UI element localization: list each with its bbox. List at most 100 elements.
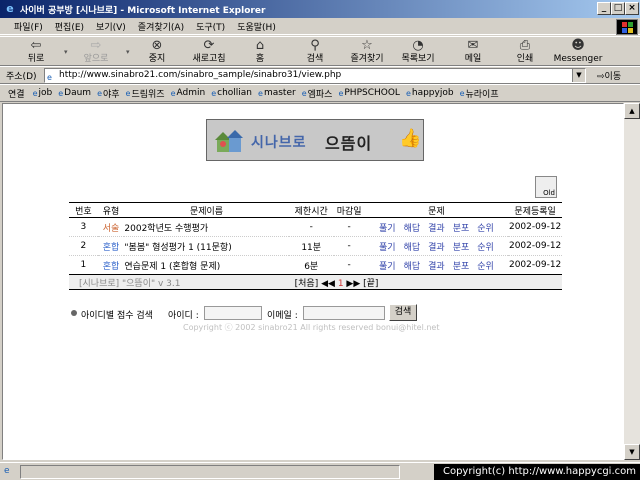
scroll-down-icon[interactable]: ▼ [624, 444, 640, 460]
address-input[interactable]: e http://www.sinabro21.com/sinabro_sampl… [44, 68, 586, 83]
result-link[interactable]: 결과 [428, 243, 445, 253]
logo-name: 시나브로 [251, 135, 307, 151]
link-job[interactable]: e job [33, 88, 53, 98]
link-page-icon: e [258, 88, 263, 98]
answer-link[interactable]: 해답 [404, 243, 421, 253]
type-badge: 혼합 [97, 255, 125, 275]
close-button[interactable]: × [625, 2, 639, 15]
answer-link[interactable]: 해답 [404, 224, 421, 234]
email-input[interactable] [303, 306, 385, 320]
link-chollian[interactable]: e chollian [211, 88, 252, 98]
problem-title[interactable]: "봄봄" 형성평가 1 (11문항) [124, 236, 289, 256]
favorites-button[interactable]: ☆ 즐겨찾기 [346, 38, 388, 66]
scroll-up-icon[interactable]: ▲ [624, 103, 640, 119]
link-daum[interactable]: e Daum [58, 88, 91, 98]
link-yahoo[interactable]: e 야후 [97, 87, 119, 100]
forward-button[interactable]: ⇨ 앞으로 [74, 38, 118, 66]
old-list-button[interactable]: Old [535, 176, 557, 198]
menu-help[interactable]: 도움말(H) [237, 20, 276, 33]
go-button[interactable]: ⇨이동 [597, 69, 621, 82]
link-phpschool[interactable]: e PHPSCHOOL [338, 88, 400, 98]
link-empas[interactable]: e 엠파스 [302, 87, 333, 100]
distribution-link[interactable]: 분포 [453, 243, 470, 253]
address-url: http://www.sinabro21.com/sinabro_sample/… [59, 70, 342, 80]
link-happyjob[interactable]: e happyjob [406, 88, 454, 98]
messenger-icon: ☻ [571, 38, 585, 53]
id-input[interactable] [204, 306, 262, 320]
mail-icon: ✉ [467, 38, 479, 53]
site-copyright-overlay: Copyright(c) http://www.happycgi.com [434, 464, 640, 480]
rank-link[interactable]: 순위 [477, 224, 494, 234]
pager-last[interactable]: [끝] [363, 279, 378, 289]
messenger-button[interactable]: ☻ Messenger [550, 38, 606, 66]
problem-title[interactable]: 2002학년도 수행평가 [124, 217, 289, 237]
address-bar: 주소(D) e http://www.sinabro21.com/sinabro… [0, 66, 640, 84]
table-row: 3 서술 2002학년도 수행평가 - - 풀기 해답 결과 분포 순위 2002-09… [69, 217, 562, 237]
logo-subtitle: 으뜸이 [325, 134, 373, 153]
link-master[interactable]: e master [258, 88, 296, 98]
table-footer: [시나브로] "으뜸이" v 3.1 [처음] ◀◀ 1 ▶▶ [끝] [69, 274, 562, 290]
forward-arrow-icon: ⇨ [90, 38, 102, 53]
address-dropdown-icon[interactable]: ▼ [572, 69, 585, 82]
link-page-icon: e [211, 88, 217, 98]
history-button[interactable]: ◔ 목록보기 [396, 38, 440, 66]
pager-next[interactable]: ▶▶ [346, 279, 360, 289]
back-button[interactable]: ⇦ 뒤로 [16, 38, 56, 66]
pager-prev[interactable]: ◀◀ [321, 279, 335, 289]
col-time-limit: 제한시간 [288, 202, 334, 218]
search-button[interactable]: ⚲ 검색 [296, 38, 334, 66]
forward-dropdown-icon[interactable]: ▾ [126, 48, 130, 56]
type-badge: 혼합 [97, 236, 125, 256]
search-submit-button[interactable]: 검색 [389, 304, 417, 321]
stop-button[interactable]: ⊗ 중지 [138, 38, 176, 66]
stop-icon: ⊗ [151, 38, 163, 53]
search-icon: ⚲ [310, 38, 320, 53]
rank-link[interactable]: 순위 [477, 243, 494, 253]
address-label: 주소(D) [6, 72, 37, 82]
maximize-button[interactable]: □ [611, 2, 625, 15]
col-type: 유형 [97, 202, 125, 218]
page-icon: e [47, 73, 52, 82]
back-dropdown-icon[interactable]: ▾ [64, 48, 68, 56]
history-icon: ◔ [412, 38, 424, 53]
ie-icon: e [6, 2, 14, 15]
menu-tools[interactable]: 도구(T) [196, 20, 225, 33]
table-header-row: 번호 유형 문제이름 제한시간 마감일 문제 문제등록일 [69, 202, 562, 218]
menu-favorites[interactable]: 즐겨찾기(A) [138, 20, 184, 33]
site-logo[interactable]: 시나브로 으뜸이 👍 [206, 119, 424, 161]
link-page-icon: e [301, 88, 307, 98]
distribution-link[interactable]: 분포 [453, 224, 470, 234]
menu-bar: 파일(F) 편집(E) 보기(V) 즐겨찾기(A) 도구(T) 도움말(H) [0, 18, 640, 35]
refresh-button[interactable]: ⟳ 새로고침 [186, 38, 232, 66]
pager-current[interactable]: 1 [338, 279, 344, 289]
print-button[interactable]: ⎙ 인쇄 [508, 38, 542, 66]
solve-link[interactable]: 풀기 [379, 262, 396, 272]
answer-link[interactable]: 해답 [404, 262, 421, 272]
rank-link[interactable]: 순위 [477, 262, 494, 272]
result-link[interactable]: 결과 [428, 224, 445, 234]
home-button[interactable]: ⌂ 홈 [244, 38, 276, 66]
type-badge: 서술 [97, 217, 125, 237]
pager: [처음] ◀◀ 1 ▶▶ [끝] [288, 274, 562, 290]
distribution-link[interactable]: 분포 [453, 262, 470, 272]
link-newlife[interactable]: e 뉴라이프 [460, 87, 499, 100]
col-reg-date: 문제등록일 [508, 202, 562, 218]
mail-button[interactable]: ✉ 메일 [454, 38, 492, 66]
version-label: [시나브로] "으뜸이" v 3.1 [69, 274, 289, 290]
result-link[interactable]: 결과 [428, 262, 445, 272]
solve-link[interactable]: 풀기 [379, 224, 396, 234]
menu-edit[interactable]: 편집(E) [55, 20, 84, 33]
problem-table: 번호 유형 문제이름 제한시간 마감일 문제 문제등록일 3 서술 2002학년… [69, 202, 562, 290]
link-admin[interactable]: e Admin [171, 88, 206, 98]
problem-title[interactable]: 연습문제 1 (혼합형 문제) [124, 255, 289, 275]
solve-link[interactable]: 풀기 [379, 243, 396, 253]
menu-file[interactable]: 파일(F) [14, 20, 43, 33]
pager-first[interactable]: [처음] [295, 279, 319, 289]
house-icon [215, 130, 243, 152]
menu-view[interactable]: 보기(V) [96, 20, 126, 33]
link-page-icon: e [459, 88, 465, 98]
vertical-scrollbar[interactable]: ▲ ▼ [624, 103, 640, 460]
favorites-icon: ☆ [361, 38, 373, 53]
link-dreamwiz[interactable]: e 드림위즈 [126, 87, 165, 100]
minimize-button[interactable]: _ [597, 2, 611, 15]
